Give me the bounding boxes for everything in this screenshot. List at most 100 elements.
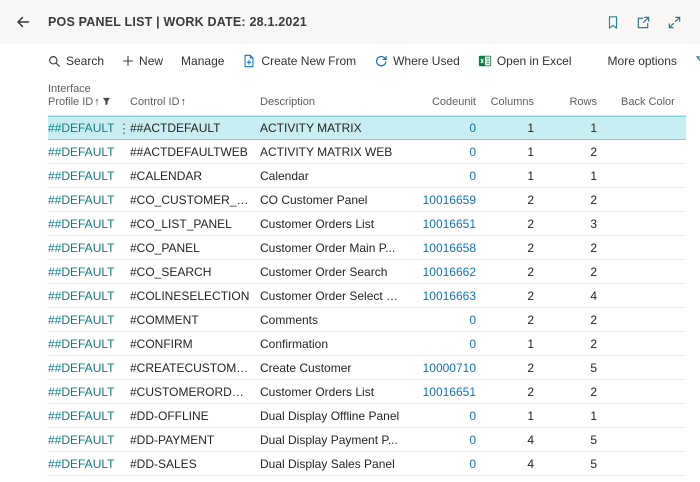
cell-interface-profile-id[interactable]: ##DEFAULT [48,385,130,399]
cell-interface-profile-id[interactable]: ##DEFAULT [48,217,130,231]
cell-codeunit[interactable]: 10016658 [410,241,476,255]
cell-description[interactable]: Customer Order Main P... [260,241,410,255]
expand-icon[interactable] [667,15,682,30]
cell-columns[interactable]: 2 [476,289,534,303]
column-header-description[interactable]: Description [260,94,410,115]
codeunit-link[interactable]: 0 [469,121,476,135]
cell-description[interactable]: Confirmation [260,337,410,351]
cell-codeunit[interactable]: 10016659 [410,193,476,207]
cell-codeunit[interactable]: 10016663 [410,289,476,303]
cell-description[interactable]: Customer Orders List [260,385,410,399]
cell-interface-profile-id[interactable]: ##DEFAULT [48,265,130,279]
cell-rows[interactable]: 5 [534,457,597,471]
cell-rows[interactable]: 1 [534,169,597,183]
cell-description[interactable]: ACTIVITY MATRIX WEB [260,145,410,159]
bookmark-icon[interactable] [606,15,620,30]
cell-columns[interactable]: 1 [476,337,534,351]
cell-rows[interactable]: 2 [534,313,597,327]
cell-codeunit[interactable]: 10000710 [410,361,476,375]
open-in-excel-button[interactable]: Open in Excel [478,54,572,68]
profile-id-link[interactable]: ##DEFAULT [48,217,114,231]
cell-rows[interactable]: 3 [534,217,597,231]
cell-rows[interactable]: 5 [534,361,597,375]
cell-codeunit[interactable]: 10016651 [410,217,476,231]
cell-control-id[interactable]: #CALENDAR [130,169,260,183]
cell-codeunit[interactable]: 0 [410,313,476,327]
where-used-button[interactable]: Where Used [374,54,460,68]
codeunit-link[interactable]: 0 [469,457,476,471]
cell-description[interactable]: Dual Display Payment P... [260,433,410,447]
open-in-new-window-icon[interactable] [636,15,651,30]
profile-id-link[interactable]: ##DEFAULT [48,457,114,471]
cell-interface-profile-id[interactable]: ##DEFAULT [48,337,130,351]
table-row[interactable]: ##DEFAULT#CALENDARCalendar011 [48,164,686,188]
table-row[interactable]: ##DEFAULT#CO_PANELCustomer Order Main P.… [48,236,686,260]
cell-control-id[interactable]: #DD-OFFLINE [130,409,260,423]
codeunit-link[interactable]: 0 [469,145,476,159]
manage-button[interactable]: Manage [181,54,224,68]
cell-interface-profile-id[interactable]: ##DEFAULT [48,289,130,303]
table-row[interactable]: ##DEFAULT#CUSTOMERORDERLISTCustomer Orde… [48,380,686,404]
profile-id-link[interactable]: ##DEFAULT [48,145,114,159]
table-row[interactable]: ##DEFAULT#COMMENTComments022 [48,308,686,332]
column-header-control-id[interactable]: Control ID↑ [130,94,260,115]
cell-rows[interactable]: 5 [534,433,597,447]
codeunit-link[interactable]: 10016662 [423,265,476,279]
cell-columns[interactable]: 1 [476,409,534,423]
create-new-from-button[interactable]: Create New From [242,54,356,68]
cell-control-id[interactable]: #CO_SEARCH [130,265,260,279]
cell-control-id[interactable]: ##ACTDEFAULTWEB [130,145,260,159]
table-row[interactable]: ##DEFAULT#CO_SEARCHCustomer Order Search… [48,260,686,284]
cell-control-id[interactable]: #CREATECUSTOMER [130,361,260,375]
cell-interface-profile-id[interactable]: ##DEFAULT [48,145,130,159]
cell-rows[interactable]: 2 [534,193,597,207]
codeunit-link[interactable]: 0 [469,409,476,423]
cell-control-id[interactable]: #COLINESELECTION [130,289,260,303]
row-context-menu-icon[interactable]: ⋮ [114,122,130,135]
cell-interface-profile-id[interactable]: ##DEFAULT [48,313,130,327]
cell-rows[interactable]: 2 [534,337,597,351]
codeunit-link[interactable]: 10016659 [423,193,476,207]
codeunit-link[interactable]: 10016658 [423,241,476,255]
cell-rows[interactable]: 2 [534,241,597,255]
table-row[interactable]: ##DEFAULT#DD-SALESDual Display Sales Pan… [48,452,686,476]
cell-columns[interactable]: 2 [476,241,534,255]
cell-columns[interactable]: 2 [476,313,534,327]
cell-control-id[interactable]: #CO_LIST_PANEL [130,217,260,231]
cell-columns[interactable]: 1 [476,145,534,159]
table-row[interactable]: ##DEFAULT#COLINESELECTIONCustomer Order … [48,284,686,308]
cell-description[interactable]: Dual Display Offline Panel [260,409,410,423]
cell-interface-profile-id[interactable]: ##DEFAULT [48,457,130,471]
cell-rows[interactable]: 1 [534,409,597,423]
column-header-columns[interactable]: Columns [476,94,534,115]
profile-id-link[interactable]: ##DEFAULT [48,433,114,447]
cell-columns[interactable]: 4 [476,433,534,447]
cell-description[interactable]: CO Customer Panel [260,193,410,207]
cell-control-id[interactable]: ##ACTDEFAULT [130,121,260,135]
profile-id-link[interactable]: ##DEFAULT [48,385,114,399]
cell-columns[interactable]: 1 [476,169,534,183]
cell-codeunit[interactable]: 0 [410,121,476,135]
cell-interface-profile-id[interactable]: ##DEFAULT [48,193,130,207]
table-row[interactable]: ##DEFAULT ##ACTDEFAULTWEBACTIVITY MATRIX … [48,140,686,164]
cell-description[interactable]: Dual Display Sales Panel [260,457,410,471]
profile-id-link[interactable]: ##DEFAULT [48,169,114,183]
cell-control-id[interactable]: #CO_PANEL [130,241,260,255]
profile-id-link[interactable]: ##DEFAULT [48,265,114,279]
cell-rows[interactable]: 4 [534,289,597,303]
back-button[interactable] [8,7,38,37]
profile-id-link[interactable]: ##DEFAULT [48,409,114,423]
cell-columns[interactable]: 2 [476,193,534,207]
codeunit-link[interactable]: 10016651 [423,217,476,231]
cell-description[interactable]: Customer Order Select L... [260,289,410,303]
cell-columns[interactable]: 4 [476,457,534,471]
table-row[interactable]: ##DEFAULT#CO_LIST_PANELCustomer Orders L… [48,212,686,236]
codeunit-link[interactable]: 10016651 [423,385,476,399]
cell-columns[interactable]: 2 [476,361,534,375]
codeunit-link[interactable]: 10000710 [423,361,476,375]
codeunit-link[interactable]: 10016663 [423,289,476,303]
cell-codeunit[interactable]: 0 [410,409,476,423]
cell-control-id[interactable]: #DD-PAYMENT [130,433,260,447]
codeunit-link[interactable]: 0 [469,169,476,183]
search-button[interactable]: Search [48,54,104,68]
